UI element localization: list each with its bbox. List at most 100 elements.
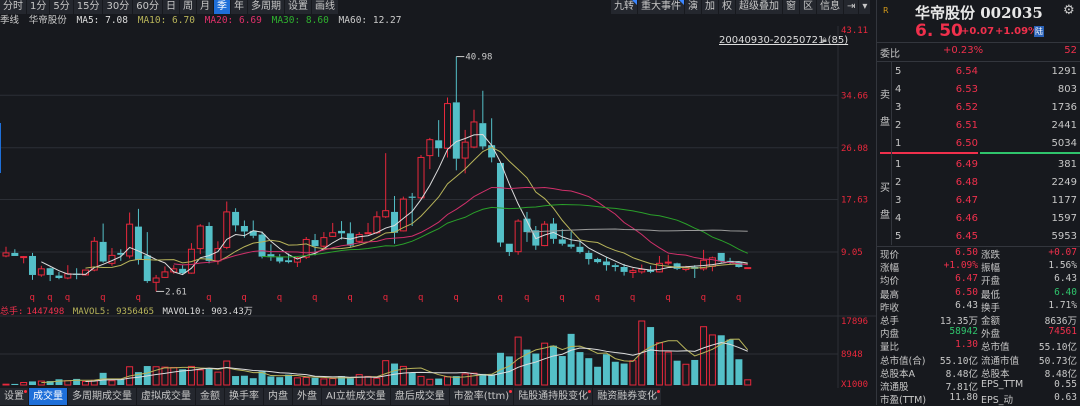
candle-body xyxy=(276,257,284,262)
buy-level-row[interactable]: 3 6.47 1177 xyxy=(877,195,1080,209)
indicator-tab-12[interactable]: 融资融券变化 xyxy=(593,388,662,405)
indicator-tab-8[interactable]: AI立桩成交量 xyxy=(322,388,390,405)
candle-body xyxy=(214,248,222,262)
dividend-marker[interactable]: q xyxy=(347,293,352,303)
indicator-tab-5[interactable]: 换手率 xyxy=(225,388,263,405)
buy-level-row[interactable]: 1 6.49 381 xyxy=(877,159,1080,173)
high-price-label: 40.98 xyxy=(465,53,492,63)
stats-row: 总股本A 8.48亿 总股本 8.48亿 xyxy=(877,366,1080,380)
indicator-tab-10[interactable]: 市盈率(ttm) xyxy=(449,388,514,405)
candle-body xyxy=(99,241,107,262)
stat-label: 现价 xyxy=(880,250,900,261)
dividend-marker[interactable]: q xyxy=(206,293,211,303)
mavol10-value: MAVOL10: 903.43万 xyxy=(162,307,253,317)
stat-label: 昨收 xyxy=(880,302,900,314)
volume-bar xyxy=(647,327,655,385)
market-badge: 陆 xyxy=(1034,26,1044,37)
volume-bar xyxy=(108,380,116,386)
dividend-marker[interactable]: q xyxy=(736,293,741,303)
volume-bar xyxy=(620,363,628,385)
volume-bar xyxy=(417,375,425,386)
y-tick-label: 17.63 xyxy=(841,195,868,205)
indicator-tab-7[interactable]: 外盘 xyxy=(293,388,321,405)
indicator-tab-4[interactable]: 金额 xyxy=(196,388,224,405)
indicator-tab-6[interactable]: 内盘 xyxy=(264,388,292,405)
dividend-marker[interactable]: q xyxy=(595,293,600,303)
indicator-tab-3[interactable]: 虚拟成交量 xyxy=(137,388,195,405)
level-price: 6.48 xyxy=(955,177,978,188)
dividend-marker[interactable]: q xyxy=(100,293,105,303)
volume-bar xyxy=(673,360,681,385)
dividend-marker[interactable]: q xyxy=(453,293,458,303)
candle-body xyxy=(576,246,584,252)
weibi-row: 委比 +0.23% 52 xyxy=(877,45,1080,60)
dividend-marker[interactable]: q xyxy=(524,293,529,303)
buy-orderbook: 买 盘 1 6.49 381 2 6.48 2249 3 6.47 1177 4 6.46 1597 5… xyxy=(877,155,1080,245)
indicator-tab-1[interactable]: 成交量 xyxy=(29,388,67,405)
indicator-tab-11[interactable]: 陆股通持股变化 xyxy=(514,388,593,405)
ma10-line xyxy=(85,146,748,269)
dividend-marker[interactable]: q xyxy=(135,293,140,303)
dividend-marker[interactable]: q xyxy=(497,293,502,303)
stat-value: 11.80 xyxy=(949,392,978,404)
level-number: 3 xyxy=(895,102,902,113)
date-range-label[interactable]: 20040930-20250721 (85) xyxy=(719,35,848,46)
kline-chart[interactable]: 43.1134.6626.0817.639.05178968948X100040… xyxy=(0,0,876,388)
dividend-marker[interactable]: q xyxy=(312,293,317,303)
buy-level-row[interactable]: 2 6.48 2249 xyxy=(877,177,1080,191)
sell-level-row[interactable]: 2 6.51 2441 xyxy=(877,120,1080,134)
sell-level-row[interactable]: 4 6.53 803 xyxy=(877,84,1080,98)
dividend-marker[interactable]: q xyxy=(47,293,52,303)
candle-body xyxy=(611,265,619,267)
stat-label: 总股本 xyxy=(981,368,1010,380)
dividend-marker[interactable]: q xyxy=(559,293,564,303)
volume-bar xyxy=(708,334,716,386)
indicator-tabs: 设置 成交量 多周期成交量 虚拟成交量 金额 换手率 内盘 外盘 AI立桩成交量 盘后成交量 市盈率… xyxy=(0,388,662,405)
stat-value: 6.43 xyxy=(1054,273,1077,285)
candle-body xyxy=(664,261,672,264)
sell-level-row[interactable]: 5 6.54 1291 xyxy=(877,66,1080,80)
candle-body xyxy=(638,268,646,273)
indicator-tab-9[interactable]: 盘后成交量 xyxy=(390,388,449,405)
dividend-marker[interactable]: q xyxy=(29,293,34,303)
volume-bar xyxy=(329,378,337,386)
level-price: 6.45 xyxy=(955,231,978,242)
stat-value: 13.35万 xyxy=(939,316,978,327)
stat-value: 6.40 xyxy=(1054,286,1077,298)
level-number: 5 xyxy=(895,66,902,77)
y-tick-label: 34.66 xyxy=(841,91,868,101)
stat-label: 流通股 xyxy=(880,382,909,393)
buy-level-row[interactable]: 4 6.46 1597 xyxy=(877,213,1080,227)
dividend-marker[interactable]: q xyxy=(701,293,706,303)
volume-bar xyxy=(629,360,637,386)
sell-level-row[interactable]: 3 6.52 1736 xyxy=(877,102,1080,116)
volume-bar xyxy=(276,377,284,385)
candle-body xyxy=(55,275,63,279)
sell-level-row[interactable]: 1 6.50 5034 xyxy=(877,138,1080,152)
lock-icon[interactable]: 🔒︎ xyxy=(822,35,827,45)
stats-row: 最高 6.50 最低 6.40 xyxy=(877,286,1080,301)
stat-value: 0.55 xyxy=(1054,379,1077,390)
dividend-marker[interactable]: q xyxy=(277,293,282,303)
candle-body xyxy=(673,263,681,269)
dividend-marker[interactable]: q xyxy=(65,293,70,303)
dividend-marker[interactable]: q xyxy=(418,293,423,303)
indicator-tab-0[interactable]: 设置 xyxy=(0,388,28,405)
stat-value: +1.09% xyxy=(943,260,978,272)
volume-bar xyxy=(311,377,319,385)
stats-row: 均价 6.47 开盘 6.43 xyxy=(877,273,1080,287)
dividend-marker[interactable]: q xyxy=(241,293,246,303)
indicator-tab-2[interactable]: 多周期成交量 xyxy=(68,388,136,405)
volume-bar xyxy=(682,363,690,386)
candle-body xyxy=(37,268,45,276)
volume-bar xyxy=(214,371,222,386)
dividend-marker[interactable]: q xyxy=(665,293,670,303)
gear-icon[interactable]: ⚙ xyxy=(1063,3,1075,18)
dividend-marker[interactable]: q xyxy=(630,293,635,303)
stat-value: 7.81亿 xyxy=(945,382,978,393)
dividend-marker[interactable]: q xyxy=(383,293,388,303)
buy-level-row[interactable]: 5 6.45 5953 xyxy=(877,231,1080,245)
stat-label: 总市值(合) xyxy=(880,355,926,367)
candle-body xyxy=(20,256,28,259)
weibi-label: 委比 xyxy=(880,49,900,60)
